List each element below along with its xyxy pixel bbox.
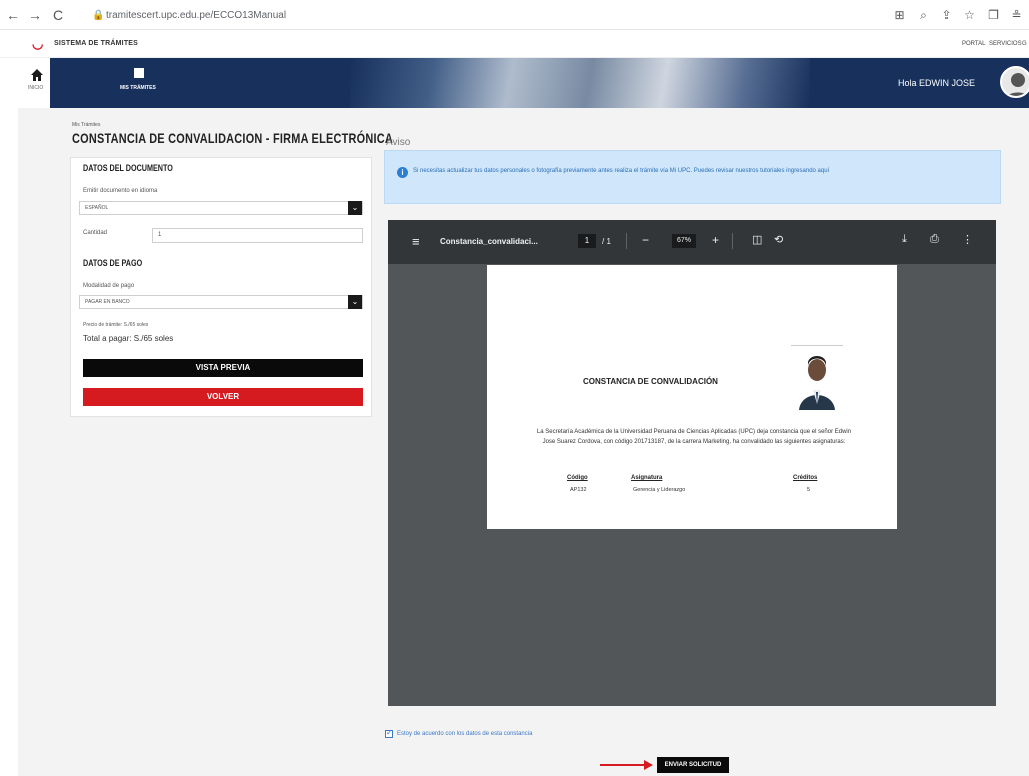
student-photo <box>791 345 843 411</box>
chevron-down-icon: ⌄ <box>348 295 362 309</box>
page-number-input[interactable]: 1 <box>578 234 596 248</box>
forward-arrow-icon[interactable]: → <box>28 7 42 23</box>
annotation-arrow-icon <box>600 760 653 770</box>
notice-text: Si necesitas actualizar tus datos person… <box>413 168 830 174</box>
avatar[interactable] <box>1000 66 1029 98</box>
back-arrow-icon[interactable]: ← <box>6 7 20 23</box>
document-section-title: DATOS DEL DOCUMENTO <box>83 163 173 173</box>
chevron-down-icon: ⌄ <box>348 201 362 215</box>
upc-logo-icon: ◡ <box>32 36 44 51</box>
language-select[interactable]: ESPAÑOL ⌄ <box>79 201 363 215</box>
pdf-viewer: ≡ Constancia_convalidaci... 1 / 1 − 67% … <box>388 220 996 706</box>
row-subject: Gerencia y Liderazgo <box>633 487 686 493</box>
home-label: INICIO <box>28 85 44 91</box>
preview-button[interactable]: VISTA PREVIA <box>83 359 363 377</box>
quantity-label: Cantidad <box>83 230 108 236</box>
zoom-level[interactable]: 67% <box>672 234 696 248</box>
language-label: Emitir documento en idioma <box>83 188 158 194</box>
payment-mode-select[interactable]: PAGAR EN BANCO ⌄ <box>79 295 363 309</box>
menu-icon[interactable]: ≡ <box>412 234 420 249</box>
profile-icon[interactable]: ≗ <box>1010 8 1023 22</box>
user-greeting: Hola EDWIN JOSE <box>898 78 976 88</box>
home-icon[interactable] <box>30 68 44 82</box>
table-header-credits: Créditos <box>793 475 818 481</box>
top-link-portal[interactable]: PORTAL <box>962 41 985 47</box>
zoom-icon[interactable]: ⌕ <box>917 8 930 22</box>
lock-icon: 🔒 <box>92 10 105 21</box>
toolbar-divider <box>732 233 733 249</box>
grid-icon <box>134 68 144 78</box>
student-photo-icon <box>797 352 837 410</box>
send-request-button[interactable]: ENVIAR SOLICITUD <box>657 757 729 773</box>
tab-window-icon[interactable]: ❐ <box>987 8 1000 22</box>
system-title: SISTEMA DE TRÁMITES <box>54 40 139 47</box>
page-title: CONSTANCIA DE CONVALIDACION - FIRMA ELEC… <box>72 130 393 146</box>
notice-banner: i Si necesitas actualizar tus datos pers… <box>384 150 1001 204</box>
payment-mode-value: PAGAR EN BANCO <box>85 299 130 305</box>
page-total: / 1 <box>602 237 611 246</box>
site-top-bar: ◡ SISTEMA DE TRÁMITES PORTAL SERVICIOS G <box>0 30 1029 58</box>
fit-page-icon[interactable]: ◫ <box>752 233 762 246</box>
info-icon: i <box>397 167 408 178</box>
table-header-subject: Asignatura <box>631 475 663 481</box>
back-button[interactable]: VOLVER <box>83 388 363 406</box>
rotate-icon[interactable]: ⟲ <box>774 233 783 246</box>
language-select-value: ESPAÑOL <box>85 205 109 211</box>
checkmark-icon: ✓ <box>386 728 393 737</box>
user-avatar-icon <box>1007 73 1029 96</box>
agreement-label[interactable]: Estoy de acuerdo con los datos de esta c… <box>397 731 532 737</box>
translate-icon[interactable]: ⊞ <box>893 8 906 22</box>
zoom-out-icon[interactable]: − <box>642 233 649 247</box>
table-header-code: Código <box>567 475 588 481</box>
total-amount: Total a pagar: S./65 soles <box>83 334 174 343</box>
row-code: AP132 <box>570 487 587 493</box>
document-body-text: La Secretaría Académica de la Universida… <box>536 429 852 445</box>
payment-section-title: DATOS DE PAGO <box>83 258 143 268</box>
toolbar-divider <box>626 233 627 249</box>
top-link-more[interactable]: G <box>1022 41 1027 47</box>
address-bar[interactable]: 🔒 tramitescert.upc.edu.pe/ECCO13Manual <box>92 6 852 25</box>
agreement-checkbox[interactable]: ✓ <box>385 728 393 738</box>
pdf-filename: Constancia_convalidaci... <box>440 237 538 246</box>
zoom-in-icon[interactable]: + <box>712 233 719 247</box>
bookmark-star-icon[interactable]: ☆ <box>963 8 976 22</box>
row-credits: 5 <box>807 487 811 493</box>
url-text: tramitescert.upc.edu.pe/ECCO13Manual <box>106 10 287 21</box>
header-banner: MIS TRÁMITES Hola EDWIN JOSE <box>50 58 1029 108</box>
menu-label: MIS TRÁMITES <box>120 85 156 91</box>
notice-heading: Aviso <box>386 137 411 148</box>
banner-photo <box>350 58 810 108</box>
pdf-toolbar: ≡ Constancia_convalidaci... 1 / 1 − 67% … <box>388 220 996 264</box>
share-icon[interactable]: ⇪ <box>940 8 953 22</box>
download-icon[interactable]: ⤓ <box>902 233 907 246</box>
more-options-icon[interactable]: ⋮ <box>962 233 973 246</box>
pdf-page: CONSTANCIA DE CONVALIDACIÓN La Secretarí… <box>487 265 897 529</box>
unit-price-text: Precio de trámite: S./65 soles <box>83 322 149 328</box>
document-title: CONSTANCIA DE CONVALIDACIÓN <box>583 377 718 386</box>
payment-mode-label: Modalidad de pago <box>83 283 135 289</box>
print-icon[interactable]: ⎙ <box>930 233 939 246</box>
reload-icon[interactable]: C <box>51 7 65 23</box>
quantity-field[interactable]: 1 <box>152 228 363 243</box>
breadcrumb[interactable]: Mis Trámites <box>72 122 100 128</box>
browser-toolbar: ← → C 🔒 tramitescert.upc.edu.pe/ECCO13Ma… <box>0 0 1029 30</box>
top-link-servicios[interactable]: SERVICIOS <box>989 41 1022 47</box>
